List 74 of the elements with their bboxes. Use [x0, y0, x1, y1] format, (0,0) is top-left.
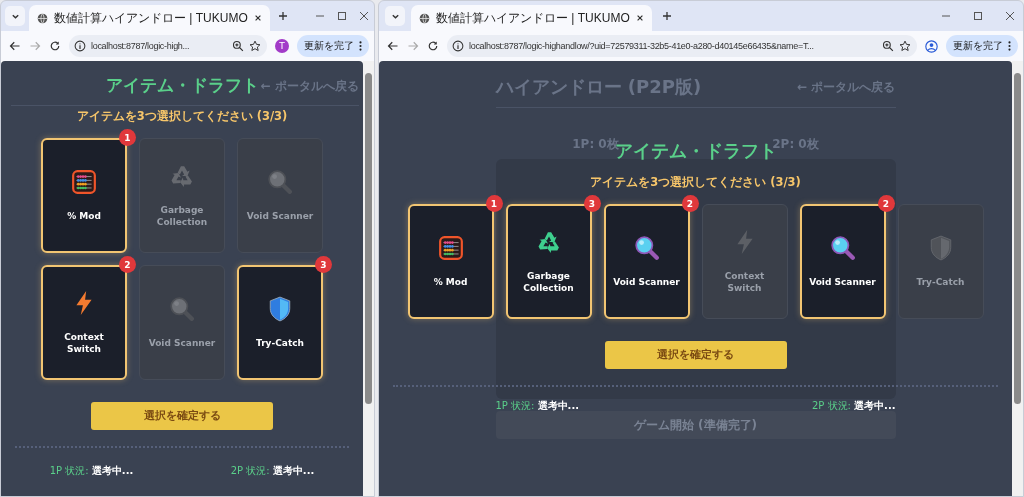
- item-card[interactable]: Try-Catch: [897, 204, 984, 319]
- draft-title: アイテム・ドラフト: [105, 75, 259, 97]
- url-text: localhost:8787/logic-highandlow/?uid=72579311-32b5-41e0-a280-d40145e66435&name=T...: [469, 41, 815, 51]
- magnifier-icon: [633, 234, 660, 261]
- abacus-icon: [437, 234, 464, 261]
- pick-order-badge: 1: [119, 129, 136, 146]
- address-bar[interactable]: localhost:8787/logic-highandlow/?uid=72579311-32b5-41e0-a280-d40145e66435&name=T...: [447, 35, 917, 57]
- zoom-icon[interactable]: [882, 40, 894, 52]
- scrollbar[interactable]: [363, 61, 374, 496]
- item-card[interactable]: Void Scanner: [237, 138, 323, 253]
- more-icon[interactable]: [359, 41, 362, 51]
- browser-tab[interactable]: 数値計算ハイアンドロー | TUKUMO: [411, 5, 652, 31]
- close-icon[interactable]: [635, 14, 644, 22]
- browser-tab[interactable]: 数値計算ハイアンドロー | TUKUMO: [29, 5, 270, 31]
- tab-list-button[interactable]: [5, 6, 25, 26]
- item-name: Void Scanner: [613, 276, 680, 289]
- item-name: Void Scanner: [809, 276, 876, 289]
- update-button[interactable]: 更新を完了: [297, 35, 369, 57]
- tab-title: 数値計算ハイアンドロー | TUKUMO: [54, 9, 248, 27]
- player-status: 2P 状況: 選考中...: [230, 464, 315, 478]
- close-icon[interactable]: [1005, 11, 1015, 21]
- zoom-icon[interactable]: [232, 40, 244, 52]
- reload-icon[interactable]: [49, 40, 61, 52]
- magnifier-icon: [169, 295, 195, 322]
- item-name: Void Scanner: [246, 210, 314, 223]
- tab-list-button[interactable]: [385, 6, 405, 26]
- back-icon[interactable]: [387, 40, 399, 52]
- maximize-icon[interactable]: [973, 11, 983, 21]
- item-name: Context Switch: [63, 331, 105, 356]
- address-bar[interactable]: localhost:8787/logic-high...: [69, 35, 267, 57]
- confirm-button[interactable]: 選択を確定する: [604, 341, 787, 369]
- item-name: Void Scanner: [148, 337, 216, 350]
- close-icon[interactable]: [253, 14, 262, 22]
- confirm-button[interactable]: 選択を確定する: [91, 402, 273, 430]
- item-card[interactable]: Context Switch: [701, 204, 788, 319]
- scrollbar[interactable]: [1012, 61, 1023, 496]
- update-button[interactable]: 更新を完了: [946, 35, 1018, 57]
- info-icon[interactable]: [74, 40, 86, 52]
- item-name: Garbage Collection: [155, 204, 209, 229]
- shield-icon: [267, 295, 293, 322]
- draft-instruction: アイテムを3つ選択してください (3/3): [76, 109, 288, 124]
- player-status: 2P 状況: 選考中...: [811, 399, 896, 413]
- magnifier-icon: [829, 234, 856, 261]
- magnifier-icon: [267, 168, 293, 195]
- tab-title: 数値計算ハイアンドロー | TUKUMO: [436, 9, 630, 27]
- profile-avatar[interactable]: T: [275, 39, 289, 53]
- globe-icon: [37, 12, 48, 24]
- item-name: Garbage Collection: [522, 270, 575, 295]
- player-status: 1P 状況: 選考中...: [495, 399, 579, 413]
- globe-icon: [419, 12, 430, 24]
- maximize-icon[interactable]: [337, 11, 347, 21]
- item-name: % Mod: [433, 276, 468, 289]
- star-icon[interactable]: [899, 40, 911, 52]
- reload-icon[interactable]: [427, 40, 439, 52]
- draft-instruction: アイテムを3つ選択してください (3/3): [590, 175, 801, 190]
- item-name: Context Switch: [723, 270, 766, 295]
- new-tab-icon[interactable]: [277, 11, 288, 21]
- new-tab-icon[interactable]: [661, 11, 672, 21]
- abacus-icon: [71, 168, 97, 195]
- item-name: Try-Catch: [916, 276, 965, 289]
- item-card[interactable]: Garbage Collection: [139, 138, 225, 253]
- item-card[interactable]: Void Scanner: [139, 265, 225, 380]
- item-name: Try-Catch: [256, 337, 304, 350]
- pick-order-badge: 3: [315, 256, 332, 273]
- url-text: localhost:8787/logic-high...: [91, 41, 191, 51]
- close-icon[interactable]: [359, 11, 369, 21]
- back-icon[interactable]: [9, 40, 21, 52]
- pick-order-badge: 2: [119, 256, 136, 273]
- star-icon[interactable]: [249, 40, 261, 52]
- more-icon[interactable]: [1008, 41, 1011, 51]
- profile-icon[interactable]: [925, 39, 938, 53]
- item-name: % Mod: [67, 210, 101, 223]
- info-icon[interactable]: [452, 40, 464, 52]
- player-status: 1P 状況: 選考中...: [49, 464, 134, 478]
